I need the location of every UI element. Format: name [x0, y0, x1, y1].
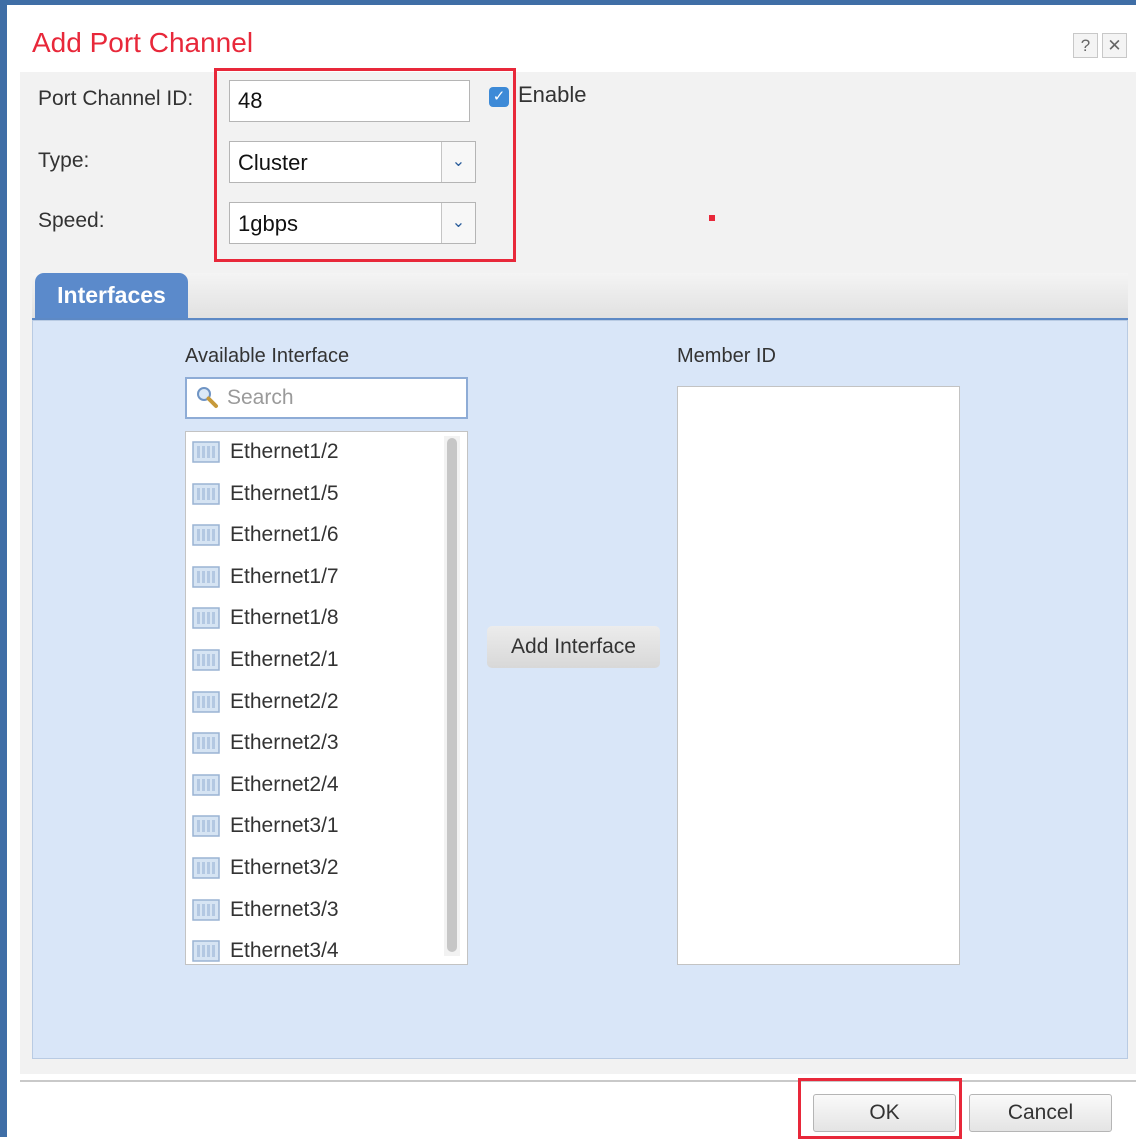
search-input[interactable] — [227, 385, 457, 411]
dialog-title: Add Port Channel — [32, 27, 254, 58]
list-item-label: Ethernet1/5 — [230, 481, 339, 505]
list-item[interactable]: Ethernet3/1 — [192, 810, 432, 842]
list-item[interactable]: Ethernet2/3 — [192, 727, 432, 759]
list-item-label: Ethernet3/2 — [230, 856, 339, 879]
list-item[interactable]: Ethernet2/4 — [192, 769, 432, 801]
available-interface-list[interactable]: Ethernet1/2 Ethernet1/5 Ethernet1/6 Etherne… — [185, 431, 468, 965]
list-item-label: Ethernet1/2 — [230, 440, 339, 463]
list-item[interactable]: Ethernet1/7 — [192, 561, 432, 593]
ethernet-port-icon — [192, 649, 220, 671]
list-item[interactable]: Ethernet3/2 — [192, 852, 432, 884]
list-item-label: Ethernet2/3 — [230, 731, 339, 755]
list-item[interactable]: Ethernet2/2 — [192, 686, 432, 718]
interfaces-panel: Available Interface Ethernet1/2Ethernet1… — [32, 320, 1128, 1059]
ethernet-port-icon — [192, 732, 220, 754]
list-item[interactable]: Ethernet1/8 — [192, 602, 432, 634]
ethernet-port-icon — [192, 482, 220, 505]
help-icon[interactable]: ? — [1073, 33, 1098, 58]
ethernet-port-icon — [192, 524, 220, 546]
ethernet-port-icon — [192, 441, 220, 463]
list-item-label: Ethernet2/1 — [230, 648, 339, 671]
list-item-label: Ethernet3/3 — [230, 897, 339, 921]
ethernet-port-icon — [192, 815, 220, 838]
list-item-label: Ethernet2/4 — [230, 772, 339, 796]
member-id-label: Member ID — [677, 345, 776, 367]
highlight-box-ok — [798, 1078, 962, 1139]
cancel-button[interactable]: Cancel — [969, 1094, 1112, 1132]
red-dot-marker — [709, 215, 715, 221]
ethernet-port-icon — [192, 898, 220, 921]
list-item[interactable]: Ethernet3/3 — [192, 894, 432, 926]
search-icon — [197, 387, 218, 408]
member-id-list[interactable] — [677, 386, 960, 965]
list-item-label: Ethernet2/2 — [230, 689, 339, 713]
list-item[interactable]: Ethernet2/1 — [192, 644, 432, 676]
list-item-label: Ethernet3/4 — [230, 939, 339, 963]
list-item-label: Ethernet3/1 — [230, 814, 339, 838]
close-icon[interactable]: ✕ — [1102, 33, 1127, 58]
enable-label: Enable — [518, 82, 587, 107]
highlight-box-form-fields — [214, 68, 516, 262]
ethernet-port-icon — [192, 566, 220, 588]
tab-interfaces[interactable]: Interfaces — [35, 273, 188, 318]
list-item[interactable]: Ethernet1/2 — [192, 436, 432, 468]
ethernet-port-icon — [192, 690, 220, 713]
footer-divider — [20, 1080, 1136, 1082]
available-interface-label: Available Interface — [185, 345, 350, 367]
add-port-channel-dialog: Add Port Channel ? ✕ Port Channel ID: ✓ … — [0, 0, 1136, 1139]
type-label: Type: — [38, 149, 90, 172]
add-interface-button[interactable]: Add Interface — [487, 626, 660, 668]
list-scrollbar[interactable] — [444, 436, 460, 956]
list-item-label: Ethernet1/6 — [230, 523, 339, 547]
speed-label: Speed: — [38, 209, 105, 232]
ethernet-port-icon — [192, 607, 220, 630]
list-item[interactable]: Ethernet3/4 — [192, 935, 432, 964]
list-item[interactable]: Ethernet1/5 — [192, 478, 432, 510]
form-area: Port Channel ID: ✓ Enable Type: Cluster … — [20, 68, 1136, 1074]
tab-strip: Interfaces — [32, 273, 1128, 321]
search-box[interactable] — [185, 377, 468, 419]
scroll-thumb[interactable] — [447, 438, 457, 952]
ethernet-port-icon — [192, 857, 220, 879]
ethernet-port-icon — [192, 774, 220, 796]
port-channel-id-label: Port Channel ID: — [38, 87, 194, 110]
ethernet-port-icon — [192, 940, 220, 962]
list-item[interactable]: Ethernet1/6 — [192, 519, 432, 551]
list-item-label: Ethernet1/8 — [230, 606, 339, 630]
list-item-label: Ethernet1/7 — [230, 564, 339, 588]
